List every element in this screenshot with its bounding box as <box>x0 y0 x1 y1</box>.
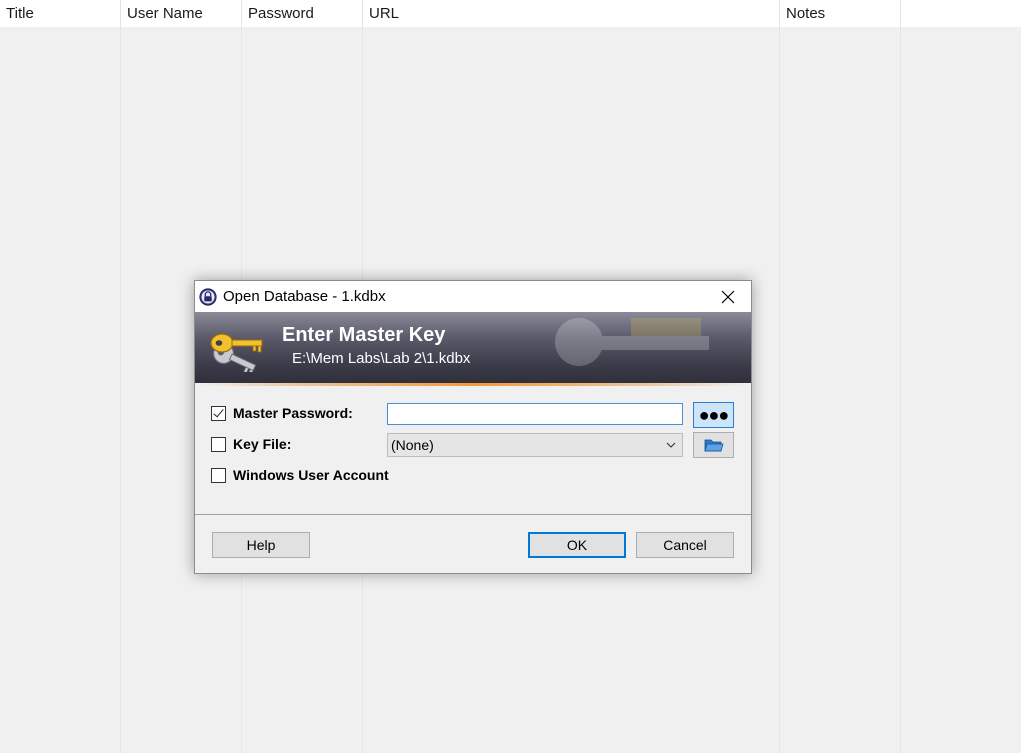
dialog-separator <box>195 514 751 515</box>
master-password-checkbox[interactable] <box>211 406 226 421</box>
banner-watermark-icon <box>555 318 709 366</box>
column-header-url[interactable]: URL <box>363 0 780 27</box>
key-file-checkbox[interactable] <box>211 437 226 452</box>
banner-accent-stripe <box>195 383 751 386</box>
folder-open-icon <box>703 439 724 452</box>
key-file-dropdown[interactable]: (None) <box>387 433 683 457</box>
column-divider <box>120 27 121 753</box>
banner-heading: Enter Master Key <box>282 324 446 346</box>
column-divider <box>779 27 780 753</box>
column-header-title[interactable]: Title <box>0 0 121 27</box>
help-button[interactable]: Help <box>212 532 310 558</box>
cancel-button[interactable]: Cancel <box>636 532 734 558</box>
windows-account-checkbox[interactable] <box>211 468 226 483</box>
column-header-notes[interactable]: Notes <box>780 0 901 27</box>
key-file-label: Key File: <box>233 436 292 452</box>
database-path: E:\Mem Labs\Lab 2\1.kdbx <box>292 350 471 367</box>
show-password-button[interactable]: ●●● <box>693 402 734 428</box>
dialog-title: Open Database - 1.kdbx <box>223 288 386 305</box>
browse-key-file-button[interactable] <box>693 432 734 458</box>
ok-button[interactable]: OK <box>528 532 626 558</box>
dialog-banner: Enter Master Key E:\Mem Labs\Lab 2\1.kdb… <box>195 312 751 386</box>
column-divider <box>900 27 901 753</box>
keys-icon <box>210 333 263 372</box>
master-password-label: Master Password: <box>233 405 353 421</box>
master-password-input[interactable] <box>387 403 683 425</box>
lock-icon <box>199 288 217 306</box>
dialog-titlebar[interactable]: Open Database - 1.kdbx <box>195 281 751 312</box>
column-header-user-name[interactable]: User Name <box>121 0 242 27</box>
close-icon <box>721 290 735 303</box>
close-button[interactable] <box>705 281 751 312</box>
open-database-dialog: Open Database - 1.kdbx Enter Master Key … <box>194 280 752 574</box>
key-file-selected-value: (None) <box>391 437 434 453</box>
column-header-password[interactable]: Password <box>242 0 363 27</box>
windows-account-label: Windows User Account <box>233 467 389 483</box>
chevron-down-icon <box>666 442 676 448</box>
list-header: Title User Name Password URL Notes <box>0 0 1021 27</box>
